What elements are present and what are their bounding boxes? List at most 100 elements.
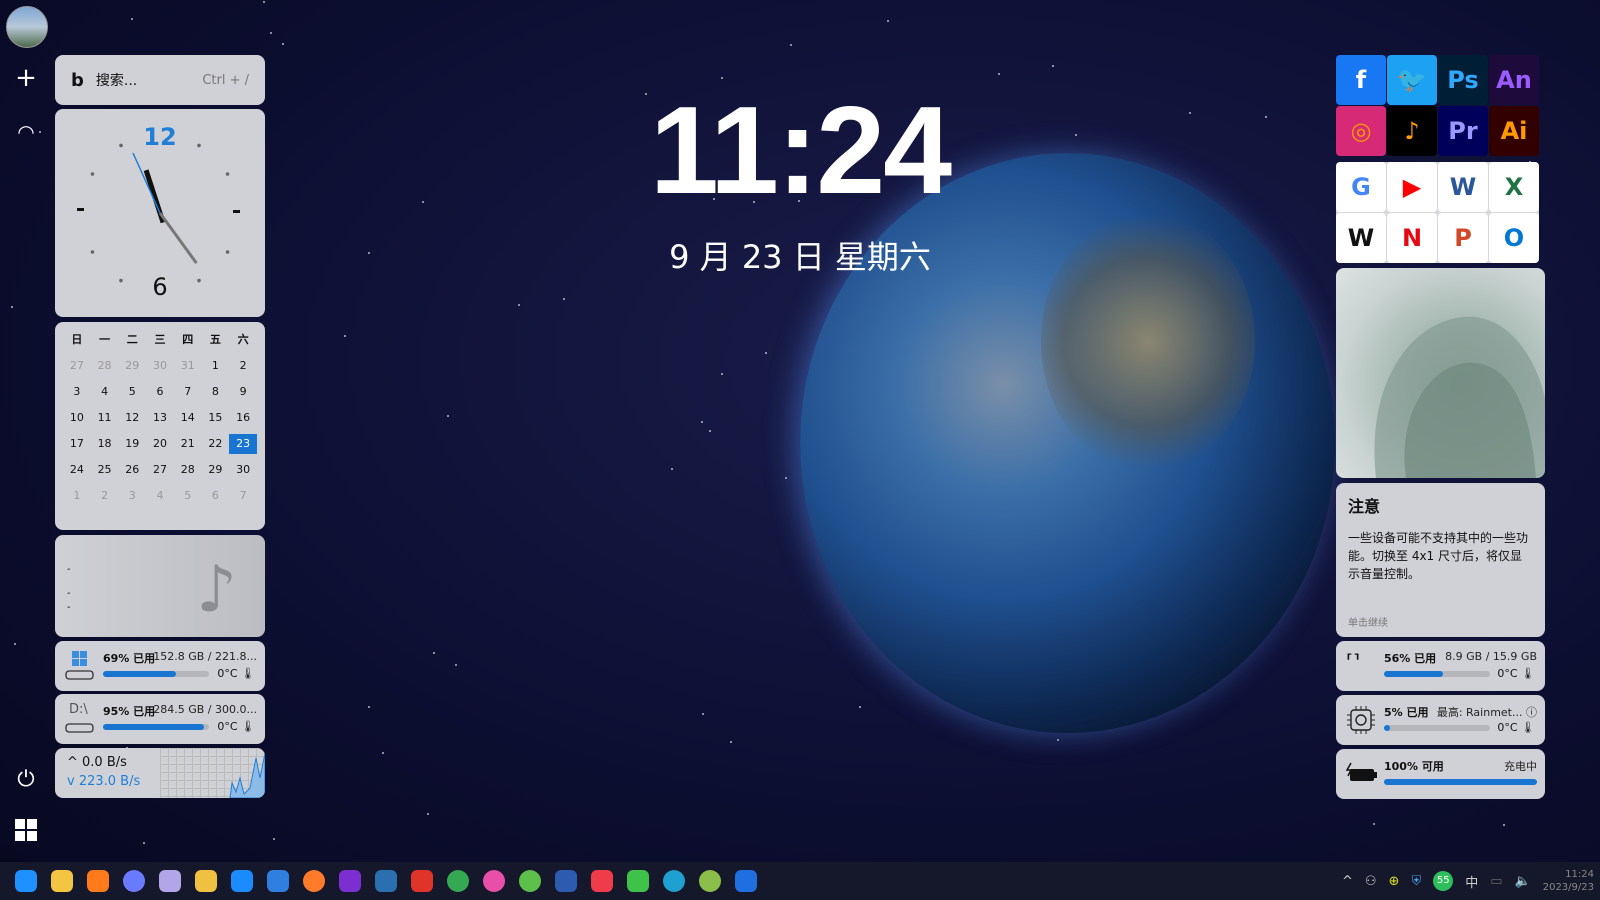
eye-icon[interactable]: ◠ [12,118,40,146]
calendar-day[interactable]: 22 [202,434,230,454]
ime-indicator[interactable]: 中 [1465,872,1478,891]
notice-continue[interactable]: 单击继续 [1348,614,1388,629]
calendar-day[interactable]: 1 [202,356,230,376]
taskbar-firefox[interactable] [296,862,332,900]
taskbar-app-save[interactable] [152,862,188,900]
calendar-day[interactable]: 30 [146,356,174,376]
search-box[interactable]: b 搜索... Ctrl + / [55,55,265,105]
calendar-day[interactable]: 30 [229,460,257,480]
plus-icon[interactable]: + [12,64,40,92]
taskbar-app-bird[interactable] [224,862,260,900]
taskbar-file-explorer[interactable] [44,862,80,900]
app-instagram[interactable]: ◎ [1336,106,1386,156]
calendar-day[interactable]: 31 [174,356,202,376]
calendar-day[interactable]: 25 [91,460,119,480]
app-excel[interactable]: X [1489,162,1539,212]
taskbar-app-red[interactable] [584,862,620,900]
calendar-day[interactable]: 20 [146,434,174,454]
taskbar-app-y[interactable] [692,862,728,900]
search-input[interactable]: 搜索... [96,70,137,90]
calendar-day[interactable]: 13 [146,408,174,428]
calendar-day[interactable]: 7 [174,382,202,402]
volume-icon[interactable]: 🔈 [1515,874,1531,889]
music-widget[interactable]: - - - ♪ [55,535,265,637]
calendar-day[interactable]: 7 [229,486,257,506]
calendar-day[interactable]: 26 [118,460,146,480]
calendar-day-today[interactable]: 23 [229,434,257,454]
calendar-day[interactable]: 24 [63,460,91,480]
notice-card[interactable]: 注意 一些设备可能不支持其中的一些功能。切换至 4x1 尺寸后，将仅显示音量控制… [1336,483,1545,637]
taskbar-search-tool[interactable] [80,862,116,900]
calendar-day[interactable]: 28 [174,460,202,480]
calendar-day[interactable]: 15 [202,408,230,428]
battery-badge[interactable]: 55 [1433,871,1454,891]
upload-speed: ^ 0.0 B/s [67,755,127,770]
app-powerpoint[interactable]: P [1438,213,1488,263]
taskbar-wechat[interactable] [620,862,656,900]
calendar-day[interactable]: 6 [202,486,230,506]
wallpaper-preview[interactable] [1336,268,1545,478]
calendar-day[interactable]: 12 [118,408,146,428]
calendar-day[interactable]: 10 [63,408,91,428]
calendar-day[interactable]: 8 [202,382,230,402]
calendar-day[interactable]: 2 [229,356,257,376]
calendar-day[interactable]: 27 [146,460,174,480]
app-outlook[interactable]: O [1489,213,1539,263]
calendar-day[interactable]: 29 [118,356,146,376]
calendar-day[interactable]: 19 [118,434,146,454]
tray-overflow-icon[interactable]: ^ [1342,874,1353,889]
calendar-day[interactable]: 27 [63,356,91,376]
taskbar-app-c[interactable] [116,862,152,900]
taskbar-app-t[interactable] [728,862,764,900]
calendar-day[interactable]: 5 [118,382,146,402]
taskbar-app-color[interactable] [476,862,512,900]
calendar-day[interactable]: 1 [63,486,91,506]
calendar-day[interactable]: 4 [91,382,119,402]
calendar-day[interactable]: 3 [63,382,91,402]
calendar-day[interactable]: 29 [202,460,230,480]
app-tiktok[interactable]: ♪ [1387,106,1437,156]
calendar-day[interactable]: 18 [91,434,119,454]
avatar[interactable] [6,6,48,48]
app-premiere[interactable]: Pr [1438,106,1488,156]
app-facebook[interactable]: f [1336,55,1386,105]
taskbar-start[interactable] [8,862,44,900]
calendar-day[interactable]: 11 [91,408,119,428]
taskbar-edge[interactable] [656,862,692,900]
start-icon[interactable] [12,818,40,846]
app-animate[interactable]: An [1489,55,1539,105]
app-illustrator[interactable]: Ai [1489,106,1539,156]
calendar-day[interactable]: 16 [229,408,257,428]
network-tray-icon[interactable]: ⚇ [1365,874,1377,889]
power-icon[interactable]: ⏻ [12,766,40,794]
app-youtube[interactable]: ▶ [1387,162,1437,212]
tray-app-icon[interactable]: ⊕ [1389,874,1400,889]
app-photoshop[interactable]: Ps [1438,55,1488,105]
taskbar-app-green[interactable] [512,862,548,900]
calendar-day[interactable]: 3 [118,486,146,506]
calendar-day[interactable]: 28 [91,356,119,376]
taskbar-app-v[interactable] [368,862,404,900]
taskbar-app-wave[interactable] [548,862,584,900]
app-wikipedia[interactable]: W [1336,213,1386,263]
calendar-day[interactable]: 17 [63,434,91,454]
taskbar-app-infinity[interactable] [332,862,368,900]
calendar-day[interactable]: 2 [91,486,119,506]
tray-clock[interactable]: 11:24 2023/9/23 [1543,868,1594,894]
security-warning-icon[interactable]: ⛨ [1411,874,1421,889]
calendar-day[interactable]: 9 [229,382,257,402]
calendar-day[interactable]: 21 [174,434,202,454]
monitor-icon[interactable]: ▭ [1490,874,1502,889]
calendar-day[interactable]: 4 [146,486,174,506]
taskbar-xmind[interactable] [188,862,224,900]
app-netflix[interactable]: N [1387,213,1437,263]
taskbar-wps[interactable] [404,862,440,900]
calendar-day[interactable]: 5 [174,486,202,506]
calendar-day[interactable]: 6 [146,382,174,402]
app-word[interactable]: W [1438,162,1488,212]
taskbar-app-k[interactable] [260,862,296,900]
taskbar-chrome[interactable] [440,862,476,900]
calendar-day[interactable]: 14 [174,408,202,428]
app-twitter[interactable]: 🐦 [1387,55,1437,105]
app-google[interactable]: G [1336,162,1386,212]
